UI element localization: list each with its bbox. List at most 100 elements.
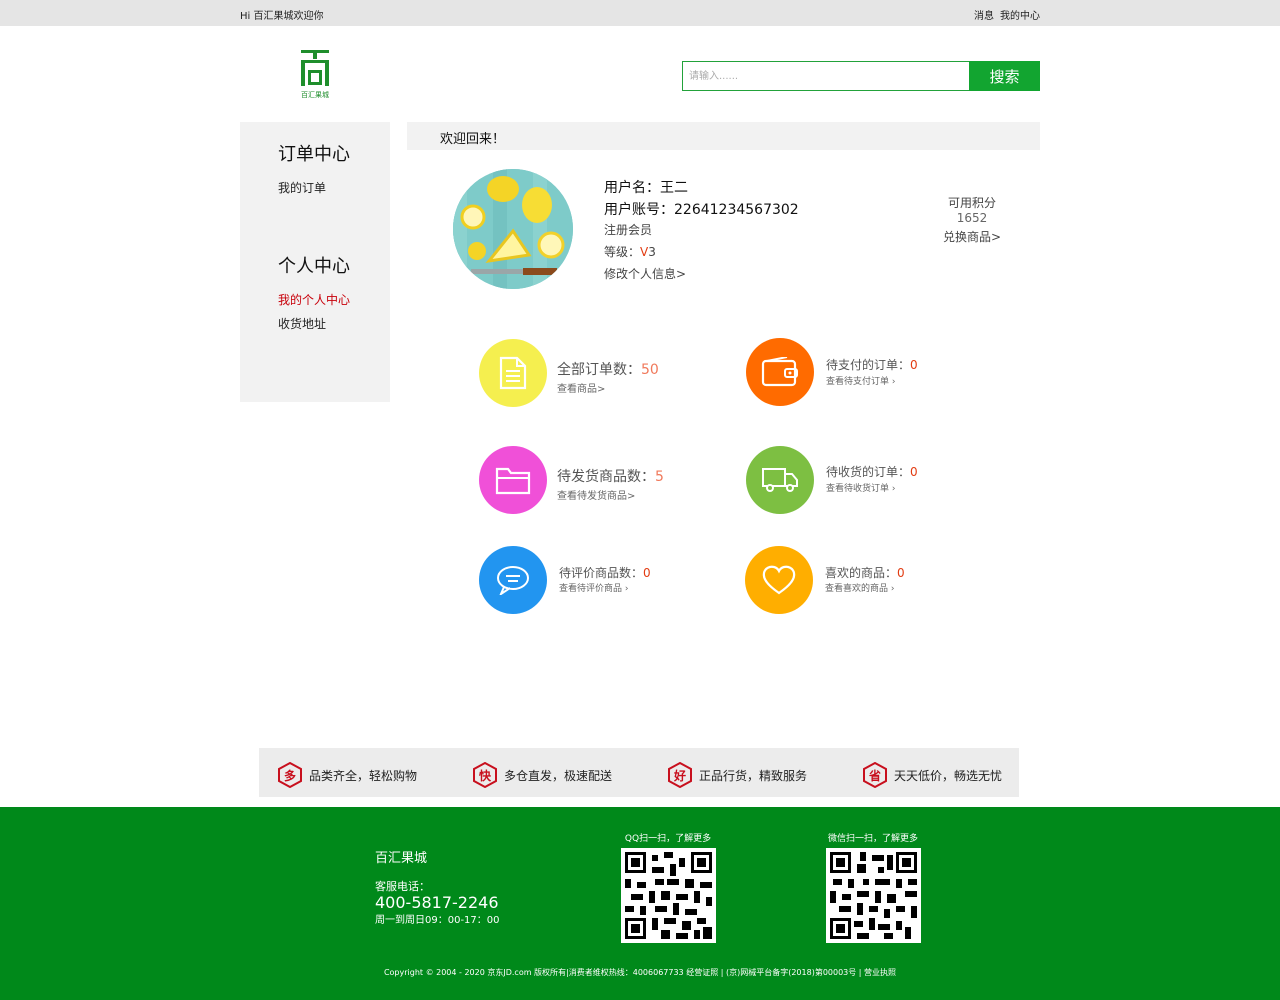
site-logo[interactable]: 百汇果城 xyxy=(295,48,335,100)
member-type: 注册会员 xyxy=(604,223,653,237)
footer-brand: 百汇果城 xyxy=(375,851,428,866)
stat-link[interactable]: 查看商品> xyxy=(557,380,605,395)
heart-icon xyxy=(745,546,813,614)
wechat-qr-code-icon xyxy=(825,848,921,943)
chat-icon xyxy=(479,546,547,614)
level-number: 3 xyxy=(648,245,656,259)
stat-count: 0 xyxy=(643,566,651,580)
wallet-icon xyxy=(746,338,814,406)
points-panel: 可用积分 1652 兑换商品> xyxy=(930,194,1014,245)
copyright-text: Copyright © 2004 - 2020 京东JD.com 版权所有|消费… xyxy=(383,968,897,977)
search-bar: 搜索 xyxy=(682,61,1040,91)
chevron-right-icon: › xyxy=(624,584,629,594)
stat-label: 全部订单数：50 xyxy=(557,359,659,379)
badge-char: 省 xyxy=(868,769,881,783)
stat-title: 全部订单数： xyxy=(557,362,641,378)
stat-label: 待评价商品数：0 xyxy=(559,564,651,581)
username-value: 王二 xyxy=(660,180,688,196)
truck-icon xyxy=(746,446,814,514)
qq-qr-code-icon xyxy=(620,848,716,943)
welcome-banner: 欢迎回来！ xyxy=(407,122,1040,150)
stat-count: 5 xyxy=(655,469,664,485)
chevron-right-icon: › xyxy=(891,377,896,387)
account-value: 22641234567302 xyxy=(674,202,799,218)
stat-link-text: 查看待支付订单 xyxy=(826,377,890,387)
stat-favorites[interactable]: 喜欢的商品：0 查看喜欢的商品 › xyxy=(745,546,965,616)
stat-link[interactable]: 查看喜欢的商品 › xyxy=(825,581,895,594)
feature-item: 多 品类齐全，轻松购物 xyxy=(277,762,417,788)
footer: 百汇果城 客服电话： 400-5817-2246 周一到周日09：00-17：0… xyxy=(0,807,1280,1000)
stat-all-orders[interactable]: 全部订单数：50 查看商品> xyxy=(479,339,699,409)
stat-link[interactable]: 查看待收货订单 › xyxy=(826,481,896,494)
sidebar-item-my-personal-center[interactable]: 我的个人中心 xyxy=(278,291,350,308)
messages-link[interactable]: 消息 xyxy=(974,7,994,22)
stat-link[interactable]: 查看待评价商品 › xyxy=(559,581,629,594)
feature-text: 正品行货，精致服务 xyxy=(699,768,808,783)
personal-center-heading: 个人中心 xyxy=(278,256,350,277)
feature-text: 多仓直发，极速配送 xyxy=(504,768,613,783)
order-center-heading: 订单中心 xyxy=(278,144,350,165)
top-links: 消息 我的中心 xyxy=(974,7,1040,22)
service-phone: 400-5817-2246 xyxy=(375,893,499,912)
document-icon xyxy=(479,339,547,407)
stat-title: 喜欢的商品： xyxy=(825,566,898,580)
stat-title: 待支付的订单： xyxy=(826,358,911,372)
feature-item: 快 多仓直发，极速配送 xyxy=(472,762,612,788)
stat-count: 0 xyxy=(897,566,905,580)
wechat-qr-caption: 微信扫一扫，了解更多 xyxy=(827,834,918,844)
feature-text: 天天低价，畅选无忧 xyxy=(894,768,1003,783)
avatar[interactable] xyxy=(453,169,573,289)
user-info: 用户名：王二 用户账号：22641234567302 注册会员 等级：V3 修改… xyxy=(604,177,799,287)
username-label: 用户名： xyxy=(604,180,660,196)
stat-label: 喜欢的商品：0 xyxy=(825,564,905,581)
exchange-goods-link[interactable]: 兑换商品> xyxy=(930,228,1014,245)
hexagon-badge-icon: 快 xyxy=(472,762,498,788)
folder-icon xyxy=(479,446,547,514)
stat-count: 0 xyxy=(910,465,918,479)
wechat-qr-block: 微信扫一扫，了解更多 xyxy=(818,831,928,943)
stat-title: 待发货商品数： xyxy=(557,469,655,485)
stat-link-text: 查看喜欢的商品 xyxy=(825,584,889,594)
points-value: 1652 xyxy=(956,211,988,225)
stat-label: 待发货商品数：5 xyxy=(557,466,664,486)
feature-item: 省 天天低价，畅选无忧 xyxy=(862,762,1002,788)
account-label: 用户账号： xyxy=(604,202,674,218)
badge-char: 好 xyxy=(673,769,686,783)
stat-link[interactable]: 查看待支付订单 › xyxy=(826,374,896,387)
stat-to-review[interactable]: 待评价商品数：0 查看待评价商品 › xyxy=(479,546,699,616)
feature-item: 好 正品行货，精致服务 xyxy=(667,762,807,788)
stat-to-pay[interactable]: 待支付的订单：0 查看待支付订单 › xyxy=(746,338,966,408)
qq-qr-caption: QQ扫一扫，了解更多 xyxy=(624,834,712,844)
search-button[interactable]: 搜索 xyxy=(969,61,1040,91)
hexagon-badge-icon: 好 xyxy=(667,762,693,788)
sidebar-item-my-orders[interactable]: 我的订单 xyxy=(278,179,326,196)
level-v: V xyxy=(640,245,649,259)
points-label: 可用积分 xyxy=(947,196,996,210)
sidebar-item-shipping-address[interactable]: 收货地址 xyxy=(278,315,326,332)
stat-label: 待支付的订单：0 xyxy=(826,356,918,373)
stat-to-receive[interactable]: 待收货的订单：0 查看待收货订单 › xyxy=(746,446,966,516)
stat-link-text: 查看待收货订单 xyxy=(826,484,890,494)
logo-text: 百汇果城 xyxy=(301,91,329,99)
badge-char: 快 xyxy=(478,769,491,783)
edit-profile-link[interactable]: 修改个人信息> xyxy=(604,265,799,287)
search-input[interactable] xyxy=(682,61,970,91)
chevron-right-icon: › xyxy=(890,584,895,594)
lemon-avatar-image xyxy=(453,169,573,289)
stat-label: 待收货的订单：0 xyxy=(826,463,918,480)
hexagon-badge-icon: 多 xyxy=(277,762,303,788)
badge-char: 多 xyxy=(283,769,296,783)
stat-link[interactable]: 查看待发货商品> xyxy=(557,487,635,502)
username-row: 用户名：王二 xyxy=(604,177,799,199)
hexagon-badge-icon: 省 xyxy=(862,762,888,788)
stat-count: 50 xyxy=(641,362,659,378)
logo-mark-icon xyxy=(301,50,329,86)
stat-title: 待收货的订单： xyxy=(826,465,911,479)
stat-to-ship[interactable]: 待发货商品数：5 查看待发货商品> xyxy=(479,446,699,516)
level-row: 等级：V3 xyxy=(604,243,799,265)
stat-title: 待评价商品数： xyxy=(559,566,644,580)
service-hours: 周一到周日09：00-17：00 xyxy=(375,915,500,926)
greeting-text: Hi 百汇果城欢迎你 xyxy=(240,11,324,22)
level-label: 等级： xyxy=(604,245,641,259)
my-center-link[interactable]: 我的中心 xyxy=(1000,7,1040,22)
